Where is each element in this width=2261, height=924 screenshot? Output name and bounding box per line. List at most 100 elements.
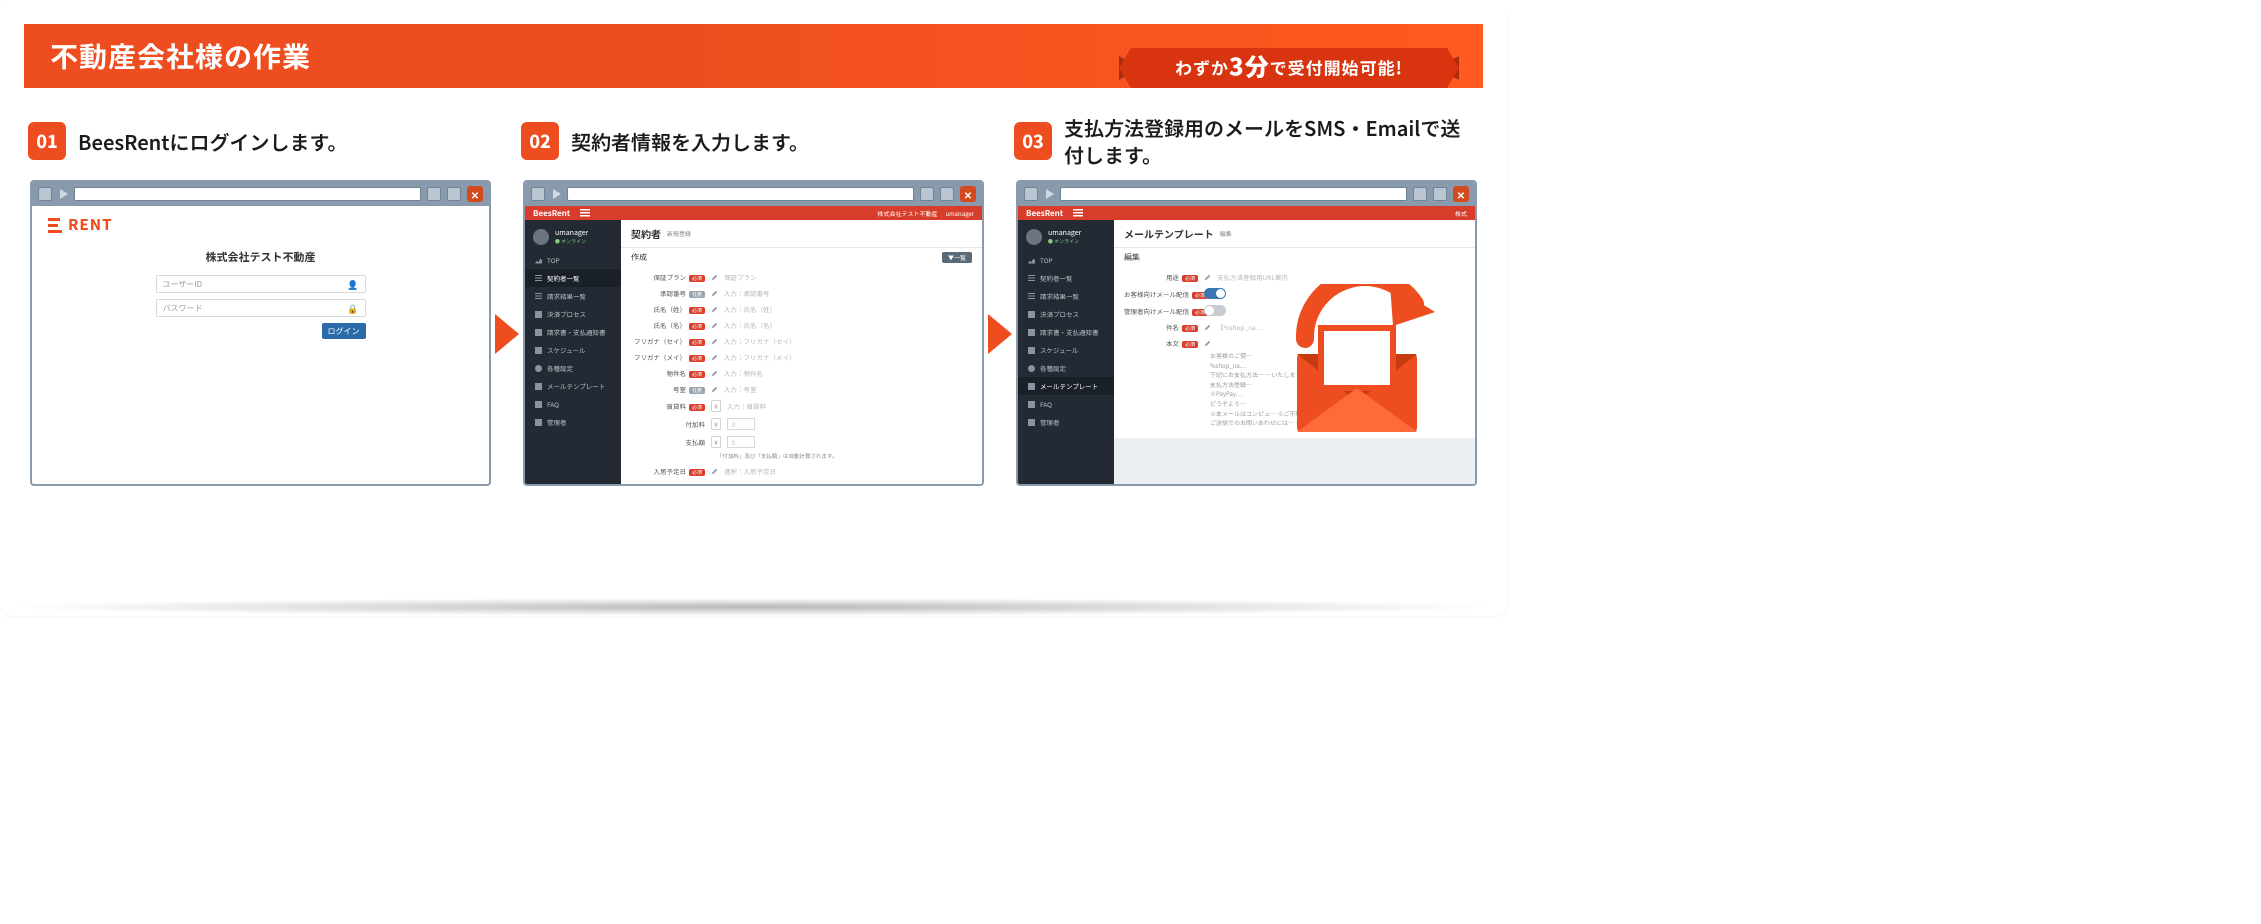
- numeric-input[interactable]: 0: [727, 436, 755, 448]
- minimize-button[interactable]: [427, 187, 441, 201]
- sidebar-item-admin[interactable]: 管理者: [1018, 413, 1114, 431]
- gear-icon: [1028, 365, 1035, 372]
- sidebar-item-admin[interactable]: 管理者: [525, 413, 621, 431]
- sidebar-item-settings[interactable]: 各種設定: [1018, 359, 1114, 377]
- pencil-icon: [711, 468, 718, 475]
- form-row: 号室任意入力：号室: [631, 381, 972, 397]
- calendar-icon: [535, 347, 542, 354]
- sidebar-status: ● オンライン: [1048, 238, 1081, 245]
- sidebar-item-contractors[interactable]: 契約者一覧: [1018, 269, 1114, 287]
- maximize-button[interactable]: [940, 187, 954, 201]
- yen-icon: ¥: [711, 418, 721, 430]
- field-placeholder[interactable]: 入力：物件名: [724, 368, 763, 378]
- field-label: お客様向けメール配信必須: [1124, 289, 1198, 299]
- field-placeholder[interactable]: 入力：号室: [724, 384, 757, 394]
- form-row: 賃貸料必須¥入力：賃貸料: [631, 397, 972, 415]
- password-input[interactable]: パスワード🔒: [156, 299, 366, 317]
- field-value[interactable]: 支払方法登録用URL案内: [1217, 272, 1288, 282]
- menu-icon[interactable]: [1073, 209, 1083, 217]
- field-placeholder[interactable]: 入力：フリガナ（メイ）: [724, 352, 796, 362]
- field-placeholder[interactable]: 入力：賃貸料: [727, 401, 766, 411]
- sidebar-item-top[interactable]: TOP: [1018, 251, 1114, 269]
- banner-title: 不動産会社様の作業: [50, 36, 311, 76]
- field-placeholder[interactable]: 入力：氏名（名）: [724, 320, 776, 330]
- topbar-account[interactable]: umanager: [945, 209, 974, 218]
- field-label: 付加料: [631, 419, 705, 429]
- form-row: 氏名（名）必須入力：氏名（名）: [631, 317, 972, 333]
- sidebar-item-payment-process[interactable]: 決済プロセス: [1018, 305, 1114, 323]
- sidebar-item-invoices[interactable]: 請求書・支払通知書: [525, 323, 621, 341]
- mail-icon: [1028, 383, 1035, 390]
- toggle-switch[interactable]: [1204, 288, 1226, 299]
- pencil-icon: [1204, 324, 1211, 331]
- sidebar-user[interactable]: umanager● オンライン: [525, 224, 621, 251]
- field-placeholder[interactable]: 選択：入居予定日: [724, 466, 776, 476]
- browser-frame-02: ✕ BeesRent 株式会社テスト不動産 umanager: [523, 180, 984, 486]
- step-number-02: 02: [521, 122, 559, 160]
- url-bar[interactable]: [74, 187, 421, 201]
- sidebar-item-mail-templates[interactable]: メールテンプレート: [1018, 377, 1114, 395]
- sidebar-item-schedule[interactable]: スケジュール: [1018, 341, 1114, 359]
- sidebar-item-invoices[interactable]: 請求書・支払通知書: [1018, 323, 1114, 341]
- sidebar-item-contractors[interactable]: 契約者一覧: [525, 269, 621, 287]
- sidebar-item-faq[interactable]: FAQ: [1018, 395, 1114, 413]
- sidebar-user[interactable]: umanager● オンライン: [1018, 224, 1114, 251]
- sidebar-item-billing-results[interactable]: 請求結果一覧: [1018, 287, 1114, 305]
- user-icon: [1028, 419, 1035, 426]
- menu-icon[interactable]: [580, 209, 590, 217]
- user-id-input[interactable]: ユーザーID👤: [156, 275, 366, 293]
- maximize-button[interactable]: [1433, 187, 1447, 201]
- field-placeholder[interactable]: 選択：請求開始年月: [724, 482, 783, 484]
- titlebar-button[interactable]: [531, 187, 545, 201]
- sidebar-item-schedule[interactable]: スケジュール: [525, 341, 621, 359]
- titlebar-button[interactable]: [38, 187, 52, 201]
- close-icon[interactable]: ✕: [960, 186, 976, 202]
- sidebar-item-billing-results[interactable]: 請求結果一覧: [525, 287, 621, 305]
- login-button[interactable]: ログイン: [322, 323, 366, 339]
- field-placeholder[interactable]: 保証プラン: [724, 272, 757, 282]
- sidebar-item-mail-templates[interactable]: メールテンプレート: [525, 377, 621, 395]
- close-icon[interactable]: ✕: [467, 186, 483, 202]
- sidebar-username: umanager: [555, 228, 588, 238]
- url-bar[interactable]: [1060, 187, 1407, 201]
- field-placeholder[interactable]: 入力：氏名（姓）: [724, 304, 776, 314]
- app-topbar: BeesRent 株式会社テスト不動産 umanager: [525, 206, 982, 220]
- login-company: 株式会社テスト不動産: [156, 249, 366, 265]
- field-placeholder[interactable]: 入力：フリガナ（セイ）: [724, 336, 796, 346]
- form-row: 付加料 ¥0: [631, 415, 972, 433]
- field-label: 承認番号任意: [631, 288, 705, 298]
- topbar-company: 株式会社テスト不動産: [877, 209, 937, 218]
- url-bar[interactable]: [567, 187, 914, 201]
- list-toggle-button[interactable]: ▼一覧: [942, 252, 972, 263]
- list-icon: [535, 293, 542, 300]
- doc-icon: [1028, 329, 1035, 336]
- sidebar-item-settings[interactable]: 各種設定: [525, 359, 621, 377]
- step-number-01: 01: [28, 122, 66, 160]
- field-value[interactable]: 【%shop_na…: [1217, 322, 1263, 332]
- minimize-button[interactable]: [1413, 187, 1427, 201]
- sidebar-item-top[interactable]: TOP: [525, 251, 621, 269]
- app-brand: BeesRent: [533, 208, 570, 219]
- minimize-button[interactable]: [920, 187, 934, 201]
- login-screen: RENT 株式会社テスト不動産 ユーザーID👤 パスワード🔒 ログイン: [32, 206, 489, 345]
- titlebar-button[interactable]: [1024, 187, 1038, 201]
- field-label: フリガナ（セイ）必須: [631, 336, 705, 346]
- maximize-button[interactable]: [447, 187, 461, 201]
- field-placeholder[interactable]: 入力：承認番号: [724, 288, 770, 298]
- numeric-input[interactable]: 0: [727, 418, 755, 430]
- form-row: 承認番号任意 入力：承認番号: [631, 285, 972, 301]
- play-icon: [60, 189, 68, 199]
- pencil-icon: [711, 322, 718, 329]
- topbar-company: 株式: [1455, 209, 1467, 218]
- toggle-switch[interactable]: [1204, 305, 1226, 316]
- ribbon-text: わずか3分で受付開始可能!: [1119, 48, 1459, 83]
- field-label: 保証プラン必須: [631, 272, 705, 282]
- doc-icon: [535, 329, 542, 336]
- close-icon[interactable]: ✕: [1453, 186, 1469, 202]
- user-icon: 👤: [347, 278, 358, 291]
- form-row: 請求開始年月必須選択：請求開始年月: [631, 479, 972, 484]
- step-desc-01: BeesRentにログインします。: [78, 128, 347, 155]
- sidebar-item-payment-process[interactable]: 決済プロセス: [525, 305, 621, 323]
- sidebar-username: umanager: [1048, 228, 1081, 238]
- sidebar-item-faq[interactable]: FAQ: [525, 395, 621, 413]
